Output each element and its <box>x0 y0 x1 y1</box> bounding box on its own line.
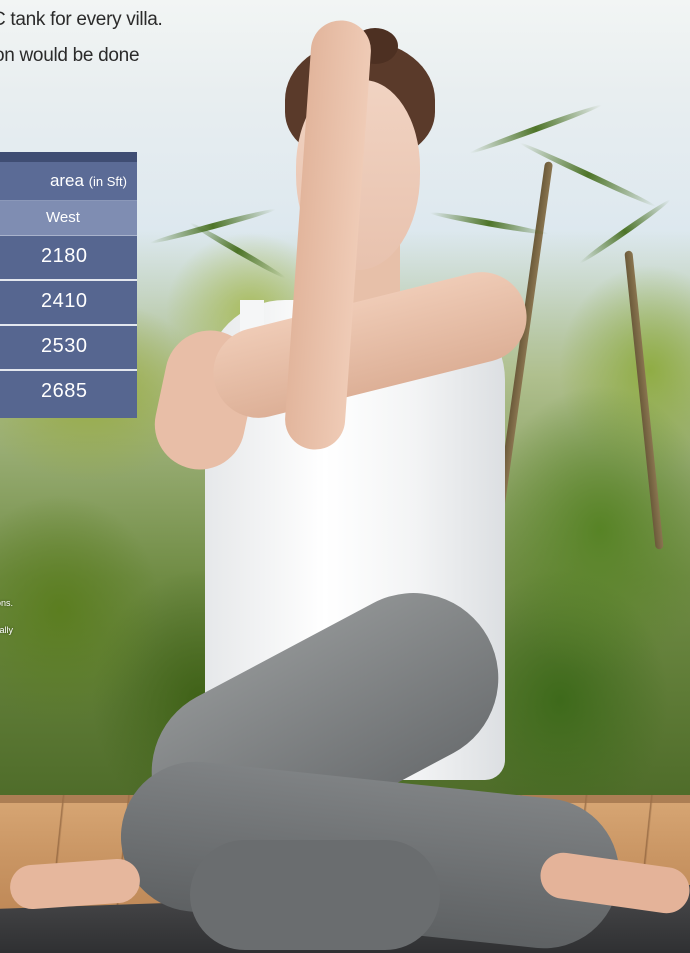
figure-foot <box>8 857 142 911</box>
area-value: 2410 <box>41 290 88 312</box>
table-row: 2530 <box>0 326 137 371</box>
footnote-fragment: tally <box>0 625 14 635</box>
area-unit-text: (in Sft) <box>88 174 127 189</box>
footnote-fragment: ons. <box>0 598 14 608</box>
table-top-bar <box>0 152 137 162</box>
column-header-label: West <box>46 209 80 226</box>
table-row: 2685 <box>0 371 137 418</box>
table-row: 2180 <box>0 236 137 281</box>
area-value: 2180 <box>41 245 88 267</box>
brochure-page: C tank for every villa. on would be done… <box>0 0 690 953</box>
column-header-west: West <box>0 201 137 236</box>
intro-line-2: on would be done <box>0 45 140 66</box>
table-row: 2410 <box>0 281 137 326</box>
area-value: 2530 <box>41 335 88 357</box>
area-table-title: area (in Sft) <box>0 162 137 201</box>
intro-line-1: C tank for every villa. <box>0 9 163 30</box>
area-value: 2685 <box>41 380 88 402</box>
area-title-text: area <box>49 171 84 190</box>
figure-leg <box>190 840 440 950</box>
